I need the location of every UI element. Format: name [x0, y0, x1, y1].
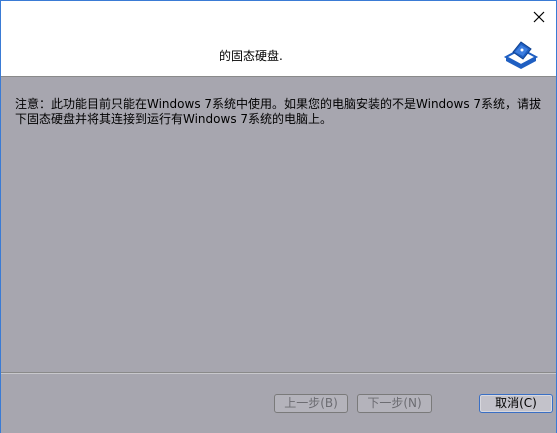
wizard-content: 注意：此功能目前只能在Windows 7系统中使用。如果您的电脑安装的不是Win…: [1, 77, 556, 372]
next-button[interactable]: 下一步(N): [357, 394, 432, 413]
disk-wizard-icon: [503, 41, 539, 69]
wizard-header: 的固态硬盘.: [1, 32, 556, 77]
title-bar: [1, 1, 556, 32]
close-button[interactable]: [522, 1, 556, 32]
close-icon: [533, 11, 545, 22]
page-title: 的固态硬盘.: [219, 49, 283, 63]
footer-divider: [1, 373, 556, 374]
back-button[interactable]: 上一步(B): [274, 394, 348, 413]
notice-text: 注意：此功能目前只能在Windows 7系统中使用。如果您的电脑安装的不是Win…: [15, 97, 542, 126]
wizard-footer: 上一步(B) 下一步(N) 取消(C): [1, 372, 556, 433]
cancel-button[interactable]: 取消(C): [479, 394, 553, 413]
wizard-window: 的固态硬盘. 注意：此功能目前只能在Windows 7系统中使用。如果您的电脑安…: [0, 0, 557, 433]
